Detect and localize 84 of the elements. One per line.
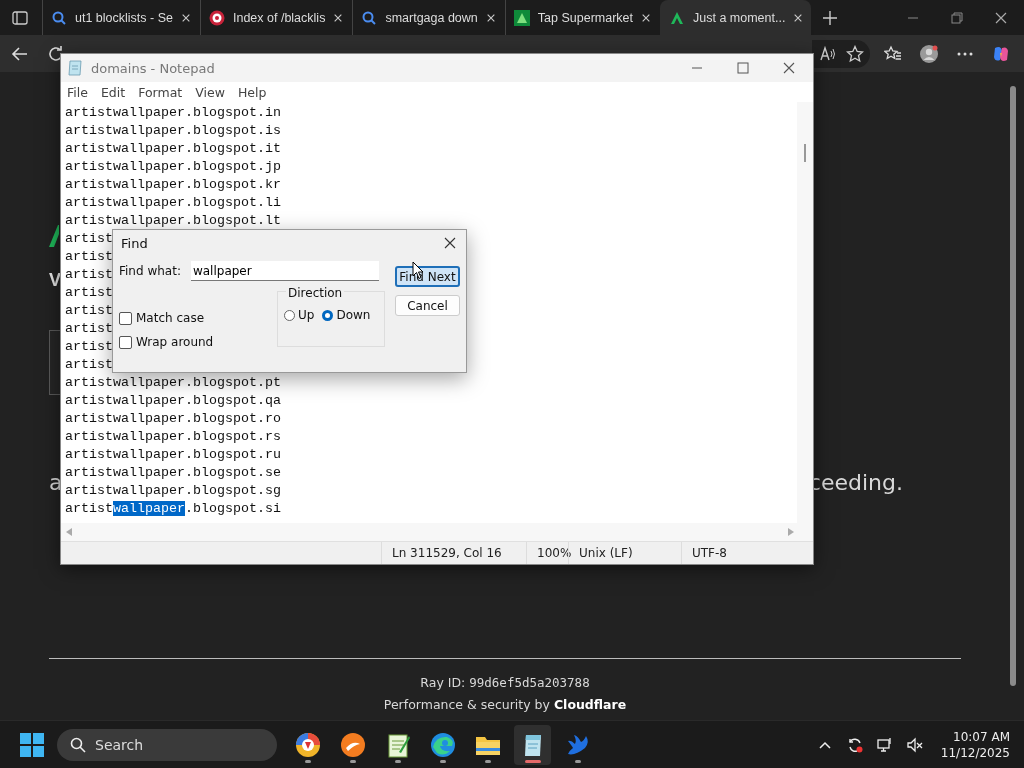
back-arrow-icon[interactable] [11, 44, 29, 63]
search-icon [70, 736, 86, 753]
close-icon[interactable] [783, 62, 795, 74]
copilot-icon[interactable] [992, 44, 1010, 63]
status-text: UTF-8 [681, 542, 782, 564]
target-icon [208, 9, 225, 26]
edge-icon[interactable] [429, 731, 456, 758]
favorites-icon[interactable] [884, 44, 902, 63]
text-line: artistwallpaper.blogspot.sg [65, 482, 281, 500]
search-icon [51, 9, 67, 26]
dialog-title: Find [121, 235, 148, 251]
radio-label[interactable]: Down [336, 308, 371, 322]
text-line: artistwallpaper.blogspot.qa [65, 392, 281, 410]
text-line: artist [65, 266, 113, 284]
network-icon[interactable] [876, 736, 893, 753]
search-icon [361, 9, 378, 26]
menu-item[interactable]: File [67, 84, 95, 100]
search-field[interactable]: Search [57, 728, 277, 761]
scrollbar[interactable] [797, 102, 813, 523]
text-line: artist [65, 284, 113, 302]
tab-actions-icon[interactable] [12, 10, 28, 25]
taskbar-app[interactable] [514, 724, 551, 765]
plus-icon[interactable] [823, 10, 838, 25]
text-line: artistwallpaper.blogspot.in [65, 104, 281, 122]
close-icon[interactable] [995, 11, 1007, 24]
menu-item[interactable]: Format [138, 84, 190, 100]
menu-item[interactable]: View [195, 84, 232, 100]
menu-item[interactable]: Help [237, 84, 274, 100]
read-aloud-icon[interactable] [818, 44, 836, 63]
checkbox[interactable] [119, 335, 132, 349]
selected-text: wallpaper [113, 501, 185, 516]
message-text: a [49, 470, 63, 496]
radio-button[interactable] [284, 309, 295, 321]
text-line: artistwallpaper.blogspot.is [65, 122, 281, 140]
window-title: domains - Notepad [91, 60, 215, 76]
text-line: artistwallpaper.blogspot.ro [65, 410, 281, 428]
clock-time[interactable]: 10:07 AM [953, 728, 1010, 745]
text-line: artist [65, 338, 113, 356]
text-line: artistwallpaper.blogspot.pt [65, 374, 281, 392]
text-line: artist [65, 230, 113, 248]
status-text: Ln 311529, Col 16 [381, 542, 526, 564]
text-line: artist [65, 320, 113, 338]
restore-icon[interactable] [951, 11, 963, 24]
find-input[interactable]: wallpaper [190, 261, 379, 281]
text-line: artistwallpaper.blogspot.kr [65, 176, 281, 194]
reload-icon[interactable] [47, 44, 65, 63]
text-line: artist [65, 248, 113, 266]
windows-start-icon[interactable] [20, 732, 44, 757]
ray-label: Ray ID: [420, 675, 466, 690]
clock-date[interactable]: 11/12/2025 [940, 744, 1010, 761]
group-label: Direction [286, 286, 345, 300]
radio-button[interactable] [322, 309, 334, 321]
text-line: artistwallpaper.blogspot.ru [65, 446, 281, 464]
page-heading: V [49, 269, 61, 292]
text-line: artistwallpaper.blogspot.rs [65, 428, 281, 446]
swirl-app-icon[interactable] [339, 731, 366, 758]
checkbox-label[interactable]: Match case [136, 311, 204, 325]
text-line: artist [65, 356, 113, 374]
text-line: artistwallpaper.blogspot.jp [65, 158, 281, 176]
address-field[interactable] [812, 39, 870, 68]
text-line: artistwallpaper.blogspot.se [65, 464, 281, 482]
browser-icon[interactable] [294, 731, 321, 758]
text-line: artistwallpaper.blogspot.li [65, 194, 281, 212]
close-icon[interactable] [444, 237, 456, 249]
star-icon[interactable] [846, 44, 864, 63]
text-line: artistwallpaper.blogspot.lt [65, 212, 281, 230]
text-line: artistwallpaper.blogspot.it [65, 140, 281, 158]
ray-id: 99d6ef5d5a203788 [469, 675, 590, 690]
speaker-muted-icon[interactable] [906, 736, 923, 753]
profile-avatar-icon[interactable] [920, 44, 938, 63]
notepad-icon [67, 60, 83, 76]
checkbox-label[interactable]: Wrap around [136, 335, 214, 349]
text-line: artist [65, 302, 113, 320]
close-icon[interactable] [180, 12, 191, 23]
footer-text: Performance & security by Cloudflare [382, 697, 628, 713]
menu-item[interactable]: Edit [100, 84, 133, 100]
maximize-icon[interactable] [737, 62, 749, 74]
checkbox[interactable] [119, 311, 132, 325]
text-line: artistwallpaper.blogspot.si [65, 500, 281, 518]
sync-icon[interactable] [846, 736, 863, 753]
field-label: Find what: [119, 264, 181, 278]
radio-label[interactable]: Up [298, 308, 315, 322]
browser-tab[interactable]: Just a moment... [660, 0, 812, 35]
dialog-button[interactable]: Cancel [395, 295, 460, 316]
